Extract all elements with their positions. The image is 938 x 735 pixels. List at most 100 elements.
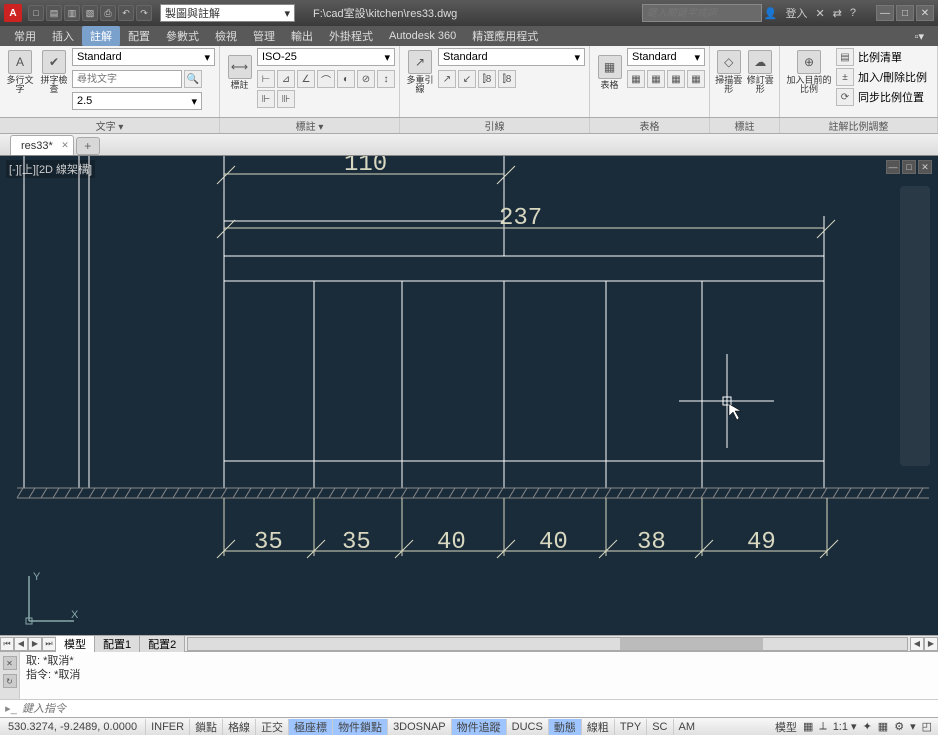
panel-title-dim[interactable]: 標註 ▾ [220,118,400,133]
toggle-infer[interactable]: INFER [145,719,189,735]
new-tab-button[interactable]: + [76,137,100,155]
table-download-icon[interactable]: ▦ [667,70,685,88]
wipeout-button[interactable]: ◇ 掃描雲形 [714,48,744,96]
textstyle-dropdown[interactable]: Standard ▾ [72,48,215,66]
dim-arc-icon[interactable]: ⌒ [317,70,335,88]
qat-new-icon[interactable]: □ [28,5,44,21]
dim-continue-icon[interactable]: ⊩ [257,90,275,108]
table-extract-icon[interactable]: ▦ [647,70,665,88]
panel-title-text[interactable]: 文字 ▾ [0,118,220,133]
status-grid-icon[interactable]: ▦ [803,720,813,733]
help-icon[interactable]: ? [850,7,856,19]
layout-tab-layout2[interactable]: 配置2 [140,636,185,652]
dim-linear-icon[interactable]: ⊢ [257,70,275,88]
layout-tab-model[interactable]: 模型 [56,636,95,652]
layout-tab-layout1[interactable]: 配置1 [95,636,140,652]
qat-saveas-icon[interactable]: ▧ [82,5,98,21]
close-icon[interactable]: ✕ [61,140,69,151]
status-vis-icon[interactable]: ✦ [863,720,872,733]
syncscale-icon[interactable]: ⟳ [836,88,854,106]
exchange-icon[interactable]: ✕ [815,7,824,20]
signin-icon[interactable]: 👤 [764,7,778,20]
ucs-icon[interactable]: Y X [26,571,79,624]
scalelist-icon[interactable]: ▤ [836,48,854,66]
leader-collect-icon[interactable]: ⫿8 [498,70,516,88]
tablestyle-dropdown[interactable]: Standard ▾ [627,48,705,66]
h-scrollbar[interactable] [187,637,908,651]
mleaderstyle-dropdown[interactable]: Standard ▾ [438,48,585,66]
tab-manage[interactable]: 管理 [245,26,283,46]
toggle-otrack[interactable]: 物件追蹤 [451,719,506,735]
cmd-close-icon[interactable]: ✕ [3,656,17,670]
cmd-recent-icon[interactable]: ↻ [3,674,17,688]
textheight-dropdown[interactable]: 2.5 ▾ [72,92,202,110]
findtext-input[interactable] [72,70,182,88]
dim-ordinate-icon[interactable]: ↕ [377,70,395,88]
status-cleanscreen-icon[interactable]: ◰ [922,720,932,733]
ribbon-collapse-icon[interactable]: ▫▾ [907,28,932,45]
tab-layout[interactable]: 配置 [120,26,158,46]
layout-first-icon[interactable]: ⏮ [0,637,14,651]
signin-label[interactable]: 登入 [785,5,807,21]
qat-undo-icon[interactable]: ↶ [118,5,134,21]
command-history[interactable]: 取: *取消* 指令: *取消 [20,652,938,699]
toggle-grid[interactable]: 格線 [222,719,255,735]
command-input[interactable] [22,703,934,715]
layout-next-icon[interactable]: ▶ [28,637,42,651]
toggle-tpy[interactable]: TPY [614,719,646,735]
help-search-input[interactable] [642,4,762,22]
mtext-button[interactable]: A 多行文字 [4,48,36,96]
toggle-am[interactable]: AM [673,719,701,735]
qat-save-icon[interactable]: ▥ [64,5,80,21]
qat-print-icon[interactable]: ⎙ [100,5,116,21]
coords-readout[interactable]: 530.3274, -9.2489, 0.0000 [0,721,145,733]
dimstyle-dropdown[interactable]: ISO-25 ▾ [257,48,395,66]
leader-remove-icon[interactable]: ↙ [458,70,476,88]
leader-add-icon[interactable]: ↗ [438,70,456,88]
toggle-ducs[interactable]: DUCS [506,719,548,735]
file-tab[interactable]: res33* ✕ [10,135,74,155]
tab-insert[interactable]: 插入 [44,26,82,46]
tab-home[interactable]: 常用 [6,26,44,46]
leader-align-icon[interactable]: ⫿8 [478,70,496,88]
workspace-dropdown[interactable]: 製圖與註解 ▾ [160,4,295,22]
toggle-ortho[interactable]: 正交 [255,719,288,735]
adddelete-icon[interactable]: ± [836,68,854,86]
mleader-button[interactable]: ↗ 多重引線 [404,48,436,96]
table-upload-icon[interactable]: ▦ [687,70,705,88]
toggle-lwt[interactable]: 線粗 [581,719,614,735]
table-button[interactable]: ▦ 表格 [594,48,625,96]
status-annoscale-icon[interactable]: ⟂ [819,720,826,733]
tab-parametric[interactable]: 參數式 [158,26,207,46]
toggle-sc[interactable]: SC [646,719,672,735]
toggle-dyn[interactable]: 動態 [548,719,581,735]
layout-last-icon[interactable]: ⏭ [42,637,56,651]
h-scrollbar-thumb[interactable] [620,638,764,650]
table-link-icon[interactable]: ▦ [627,70,645,88]
qat-open-icon[interactable]: ▤ [46,5,62,21]
addscale-button[interactable]: ⊕ 加入目前的比例 [784,48,834,96]
tab-view[interactable]: 檢視 [207,26,245,46]
tab-featured[interactable]: 精選應用程式 [464,26,546,46]
status-workspace-icon[interactable]: ▦ [878,720,888,733]
toggle-polar[interactable]: 極座標 [288,719,332,735]
annoscale-readout[interactable]: 1:1 ▾ [833,720,857,733]
panel-title-markup[interactable]: 標註 [710,118,780,133]
cmd-prompt-icon[interactable]: ▸_ [4,702,18,716]
close-button[interactable]: ✕ [916,5,934,21]
layout-prev-icon[interactable]: ◀ [14,637,28,651]
spellcheck-button[interactable]: ✔ 拼字檢查 [38,48,70,96]
drawing-canvas[interactable]: [-][上][2D 線架構] — □ ✕ [0,156,938,635]
dim-aligned-icon[interactable]: ⊿ [277,70,295,88]
status-tray-dropdown[interactable]: ▾ [910,720,916,733]
toggle-snap[interactable]: 鎖點 [189,719,222,735]
tab-annotate[interactable]: 註解 [82,26,120,46]
scroll-left-icon[interactable]: ◀ [910,637,924,651]
tab-addins[interactable]: 外掛程式 [321,26,381,46]
toggle-osnap[interactable]: 物件鎖點 [332,719,387,735]
dim-radius-icon[interactable]: ◐ [337,70,355,88]
status-settings-icon[interactable]: ⚙ [894,720,904,733]
tab-output[interactable]: 輸出 [283,26,321,46]
revcloud-button[interactable]: ☁ 修訂雲形 [746,48,776,96]
panel-title-table[interactable]: 表格 [590,118,710,133]
